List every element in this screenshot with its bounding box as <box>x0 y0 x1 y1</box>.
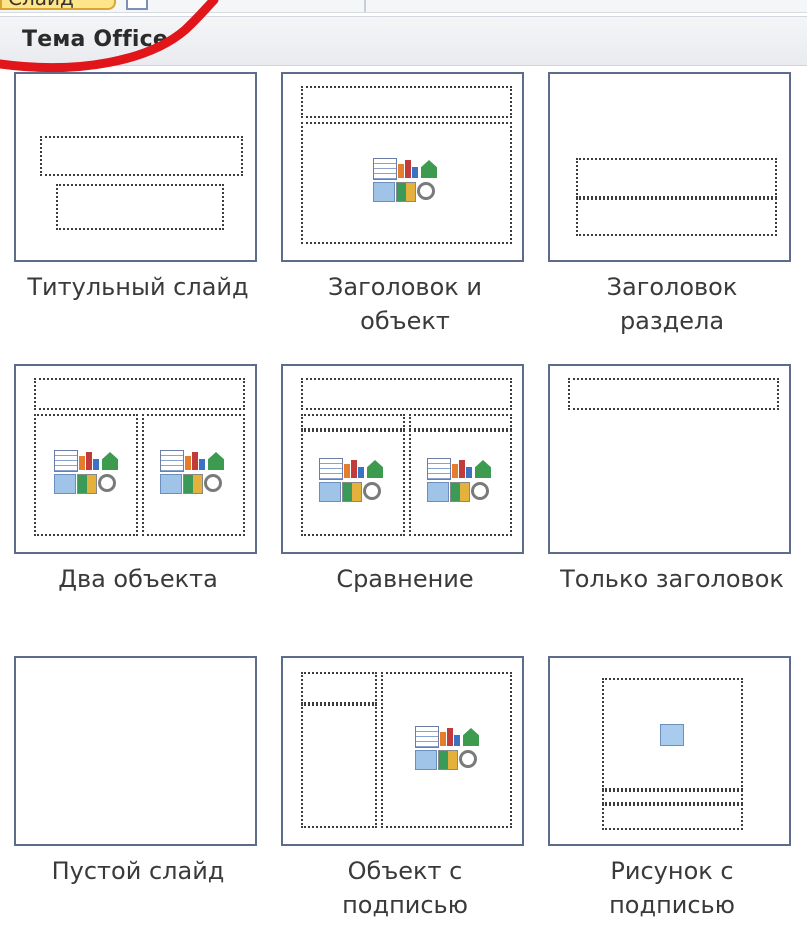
layout-label-line1: Сравнение <box>336 565 474 593</box>
picture-icon <box>660 724 684 746</box>
layout-title-slide[interactable]: Титульный слайд <box>0 64 267 354</box>
layout-label: Заголовок раздела <box>534 270 807 338</box>
layout-thumbnail <box>548 72 791 262</box>
subtitle-placeholder <box>56 184 224 230</box>
layout-thumbnail <box>14 364 257 554</box>
insert-content-icon <box>415 726 481 770</box>
slide-tab[interactable]: Слайд <box>0 0 116 10</box>
content-placeholder <box>301 122 512 244</box>
layout-label: Два объекта <box>0 562 276 596</box>
layout-thumbnail <box>281 364 524 554</box>
layout-thumbnail <box>14 656 257 846</box>
layout-content-with-caption[interactable]: Объект с подписью <box>267 648 534 938</box>
insert-content-icon <box>319 458 385 502</box>
layout-blank[interactable]: Пустой слайд <box>0 648 267 938</box>
layout-label: Только заголовок <box>534 562 807 596</box>
insert-content-icon <box>427 458 493 502</box>
layout-two-content[interactable]: Два объекта <box>0 356 267 646</box>
layout-label-line1: Два объекта <box>58 565 218 593</box>
content-placeholder-right <box>409 430 512 536</box>
text-placeholder <box>301 704 377 828</box>
layout-comparison[interactable]: Сравнение <box>267 356 534 646</box>
layout-gallery: Титульный слайд Заголовок и объект Загол… <box>0 64 807 923</box>
layout-label: Рисунок с подписью <box>534 854 807 922</box>
title-placeholder <box>301 378 512 410</box>
layout-title-and-content[interactable]: Заголовок и объект <box>267 64 534 354</box>
layout-thumbnail <box>281 72 524 262</box>
gallery-header: Тема Office <box>0 16 807 66</box>
title-placeholder <box>301 672 377 704</box>
ribbon-separator <box>364 0 366 12</box>
text-placeholder <box>602 804 743 830</box>
layout-label-line2: объект <box>360 307 450 335</box>
title-placeholder <box>602 790 743 804</box>
layout-title-only[interactable]: Только заголовок <box>534 356 801 646</box>
title-placeholder <box>576 158 777 198</box>
layout-label-line2: подписью <box>609 891 735 919</box>
layout-label-line1: Заголовок <box>606 273 738 301</box>
content-placeholder-left <box>34 414 138 536</box>
layout-label-line1: Титульный слайд <box>27 273 249 301</box>
slide-tab-label: Слайд <box>8 0 74 8</box>
layout-thumbnail <box>14 72 257 262</box>
layout-label-line1: Только заголовок <box>560 565 784 593</box>
insert-content-icon <box>373 158 439 202</box>
layout-label-line2: подписью <box>342 891 468 919</box>
text-placeholder <box>576 198 777 236</box>
layout-label-line2: раздела <box>619 307 725 335</box>
layout-label-line1: Заголовок и <box>328 273 482 301</box>
layout-section-header[interactable]: Заголовок раздела <box>534 64 801 354</box>
layout-label-line1: Объект с <box>347 857 463 885</box>
insert-content-icon <box>54 450 120 494</box>
layout-label: Титульный слайд <box>0 270 276 304</box>
layout-label: Пустой слайд <box>0 854 276 888</box>
title-placeholder <box>40 136 243 176</box>
theme-title: Тема Office <box>22 27 168 52</box>
content-placeholder-left <box>301 430 405 536</box>
layout-thumbnail <box>281 656 524 846</box>
layout-label-line1: Рисунок с <box>610 857 734 885</box>
content-placeholder-right <box>142 414 245 536</box>
layout-label: Заголовок и объект <box>267 270 543 338</box>
title-placeholder <box>34 378 245 410</box>
layout-thumbnail <box>548 364 791 554</box>
layout-label: Объект с подписью <box>267 854 543 922</box>
layout-label: Сравнение <box>267 562 543 596</box>
title-placeholder <box>301 86 512 118</box>
layout-picture-with-caption[interactable]: Рисунок с подписью <box>534 648 801 938</box>
title-placeholder <box>568 378 779 410</box>
layout-label-line1: Пустой слайд <box>51 857 225 885</box>
layout-thumbnail <box>548 656 791 846</box>
heading-placeholder-right <box>409 414 512 430</box>
heading-placeholder-left <box>301 414 405 430</box>
picture-placeholder <box>602 678 743 790</box>
insert-content-icon <box>160 450 226 494</box>
content-placeholder <box>381 672 512 828</box>
ribbon-strip: Слайд <box>0 0 807 13</box>
layout-icon[interactable] <box>126 0 148 10</box>
